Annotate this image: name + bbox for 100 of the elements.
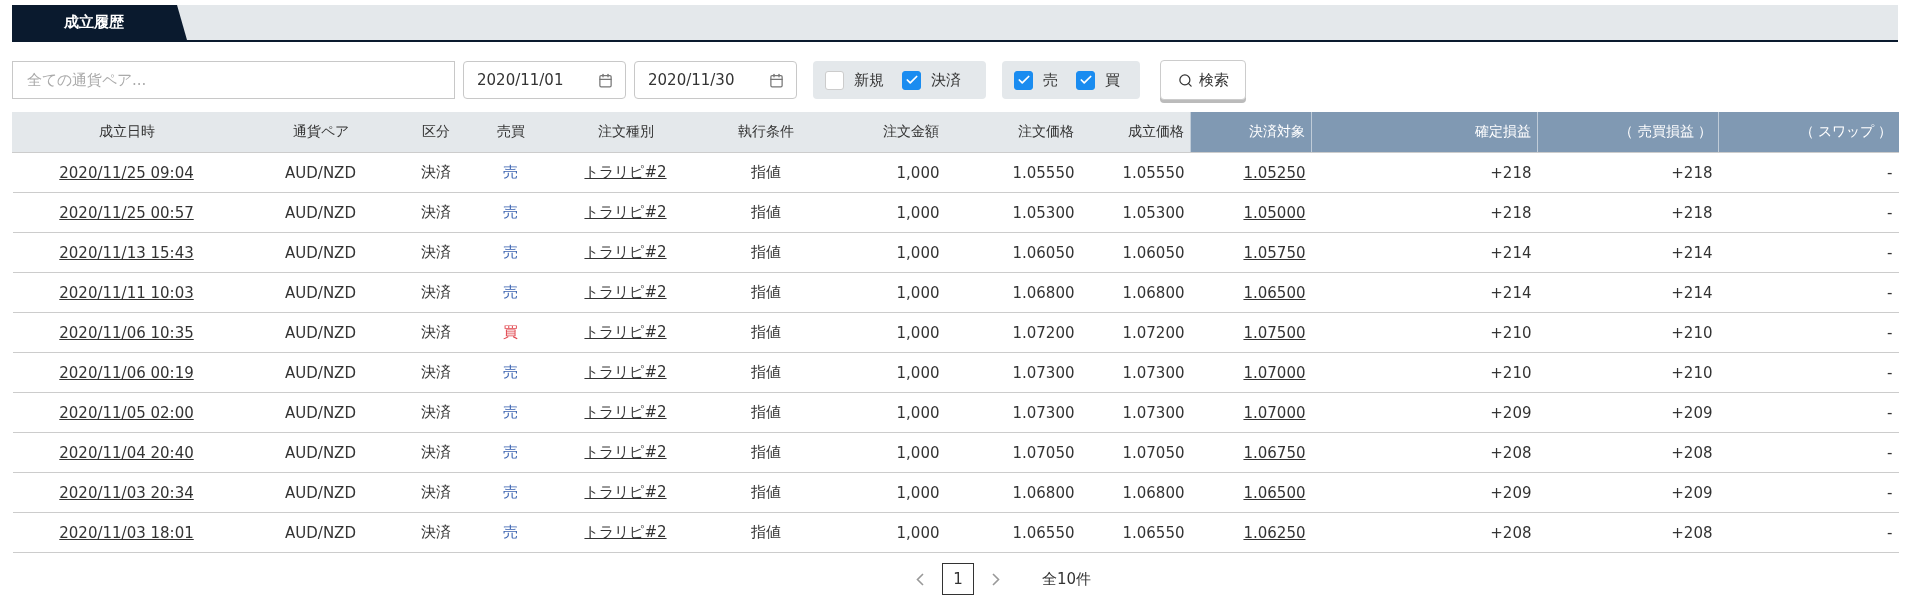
table-cell: 1,000 [830,512,946,553]
table-link[interactable]: 2020/11/06 00:19 [59,363,194,382]
table-cell: 決済 [400,512,471,553]
table-link[interactable]: 1.06500 [1243,483,1306,502]
checkbox[interactable] [825,70,844,90]
table-cell: 指値 [700,272,831,313]
check-icon [1016,73,1031,87]
table-cell: 1.07300 [945,352,1081,393]
table-link[interactable]: 2020/11/11 10:03 [59,283,194,302]
table-cell: 1,000 [830,272,946,313]
table-link[interactable]: 2020/11/25 00:57 [59,203,194,222]
table-cell: 1.05550 [945,152,1081,193]
total-count: 全10件 [1041,569,1092,589]
table-cell: 指値 [700,472,831,513]
table-cell: - [1718,392,1899,433]
page-button[interactable]: 1 [941,563,974,595]
table-cell: +209 [1311,392,1538,433]
checkbox[interactable] [1014,70,1033,90]
table-link[interactable]: 1.05250 [1243,163,1306,182]
table-cell: 決済 [400,352,471,393]
column-header: 決済対象 [1190,112,1312,153]
table-cell: 決済 [400,472,471,513]
table-cell: AUD/NZD [240,272,401,313]
checkbox[interactable] [1076,70,1095,90]
table-cell: +210 [1537,312,1719,353]
table-link[interactable]: 1.05750 [1243,243,1306,262]
table-cell: - [1718,312,1899,353]
table-cell: 1.06550 [1080,512,1191,553]
tab[interactable]: 成立履歴 [12,5,187,40]
table-cell: 決済 [400,192,471,233]
table-cell: +208 [1537,432,1719,473]
table-cell: 売 [470,352,551,393]
checkbox-label: 決済 [931,70,961,90]
table-link[interactable]: トラリピ#2 [584,283,667,301]
table-cell: 決済 [400,432,471,473]
table-link[interactable]: トラリピ#2 [584,443,667,461]
table-cell: 1,000 [830,392,946,433]
date-field[interactable]: 2020/11/01 [463,61,626,99]
table-cell: 1.05550 [1080,152,1191,193]
table-link[interactable]: 2020/11/04 20:40 [59,443,194,462]
table-link[interactable]: トラリピ#2 [584,163,667,181]
table-cell: +218 [1537,152,1719,193]
table-link[interactable]: 1.06750 [1243,443,1306,462]
table-cell: 売 [470,272,551,313]
date-field[interactable]: 2020/11/30 [634,61,797,99]
table-cell: 売 [470,192,551,233]
table-cell: 決済 [400,312,471,353]
table-cell: - [1718,472,1899,513]
table-cell: +218 [1537,192,1719,233]
table-link[interactable]: 2020/11/05 02:00 [59,403,194,422]
table-cell: 指値 [700,312,831,353]
table-link[interactable]: トラリピ#2 [584,243,667,261]
table-cell: 買 [470,312,551,353]
table-cell: +209 [1537,392,1719,433]
table-link[interactable]: トラリピ#2 [584,523,667,541]
table-link[interactable]: 2020/11/25 09:04 [59,163,194,182]
table-link[interactable]: 1.06250 [1243,523,1306,542]
table-cell: 1.07050 [945,432,1081,473]
search-button[interactable]: 検索 [1160,60,1246,100]
table-link[interactable]: トラリピ#2 [584,363,667,381]
table-cell: 1.06800 [945,472,1081,513]
table-cell: +210 [1311,352,1538,393]
table-cell: 1,000 [830,352,946,393]
table-link[interactable]: 2020/11/03 18:01 [59,523,194,542]
table-cell: AUD/NZD [240,352,401,393]
table-cell: +210 [1311,312,1538,353]
table-link[interactable]: 2020/11/03 20:34 [59,483,194,502]
table-link[interactable]: 1.07000 [1243,403,1306,422]
table-cell: +218 [1311,152,1538,193]
table-cell: 1.06050 [945,232,1081,273]
table-link[interactable]: 1.07500 [1243,323,1306,342]
table-link[interactable]: 2020/11/13 15:43 [59,243,194,262]
table-cell: 1,000 [830,312,946,353]
table-cell: 決済 [400,232,471,273]
checkbox[interactable] [902,70,921,90]
table-link[interactable]: トラリピ#2 [584,403,667,421]
table-cell: 指値 [700,512,831,553]
currency-pair-field[interactable]: 全ての通貨ペア... [12,61,455,99]
column-header: 成立日時 [12,112,241,153]
table-cell: AUD/NZD [240,152,401,193]
table-cell: 売 [470,512,551,553]
next-page-button[interactable] [991,572,1000,586]
checkbox-label: 新規 [854,70,884,90]
table-link[interactable]: 1.05000 [1243,203,1306,222]
column-header: 通貨ペア [240,112,401,153]
table-cell: - [1718,152,1899,193]
table-cell: 1.05300 [1080,192,1191,233]
table-link[interactable]: 1.07000 [1243,363,1306,382]
table-link[interactable]: トラリピ#2 [584,323,667,341]
column-header: 売買 [470,112,551,153]
table-link[interactable]: 1.06500 [1243,283,1306,302]
table-link[interactable]: トラリピ#2 [584,203,667,221]
previous-page-button[interactable] [915,572,924,586]
column-header: 区分 [400,112,471,153]
table-cell: AUD/NZD [240,232,401,273]
column-header: 執行条件 [700,112,831,153]
table-cell: 指値 [700,152,831,193]
table-cell: - [1718,232,1899,273]
table-link[interactable]: トラリピ#2 [584,483,667,501]
table-link[interactable]: 2020/11/06 10:35 [59,323,194,342]
